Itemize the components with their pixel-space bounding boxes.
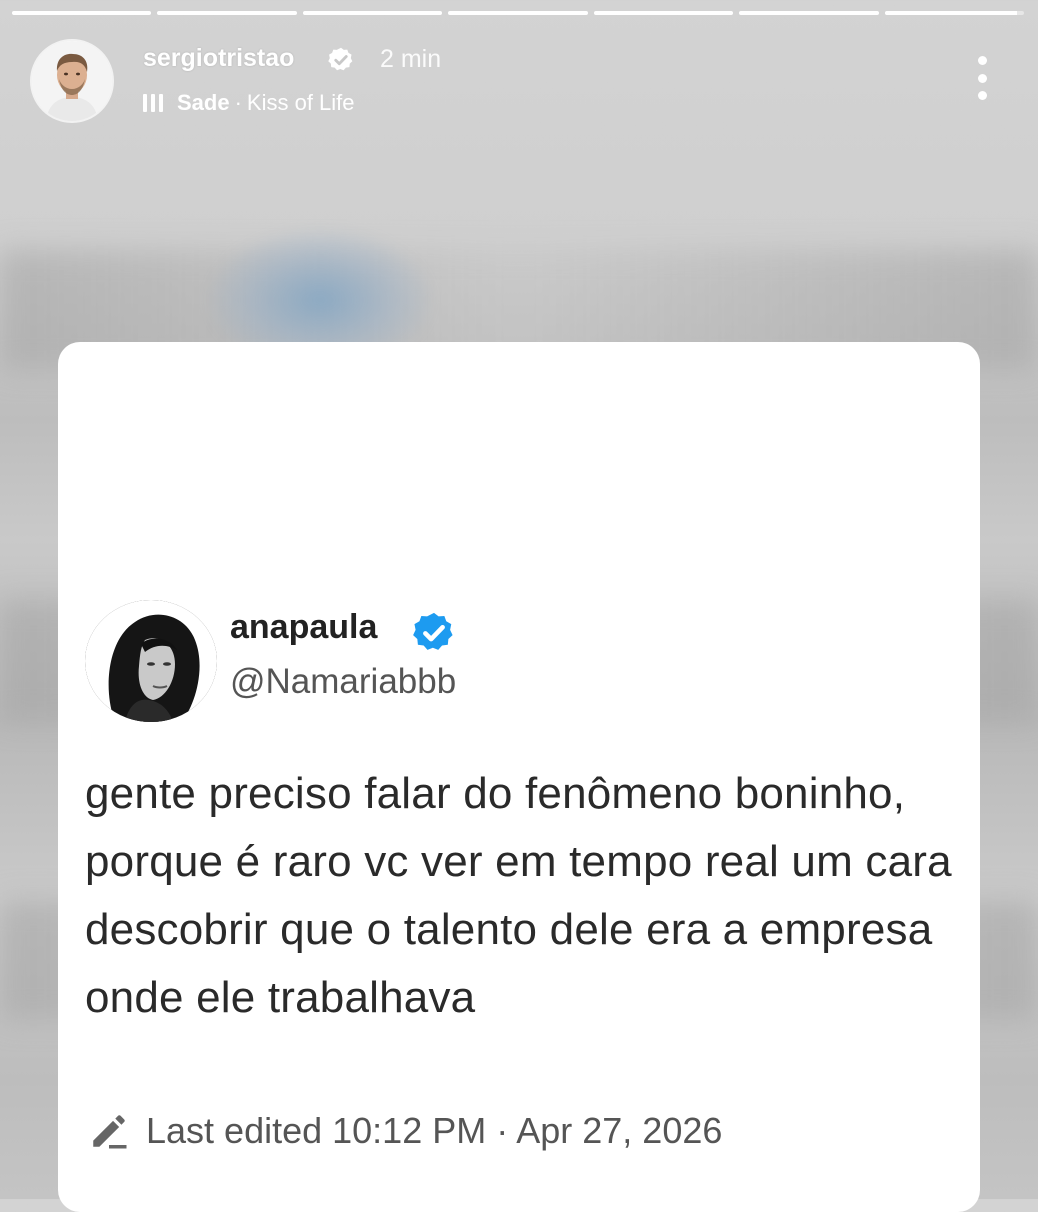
tweet-edited-info[interactable]: Last edited 10:12 PM · Apr 27, 2026	[88, 1110, 722, 1152]
tweet-author-handle[interactable]: @Namariabbb	[230, 662, 456, 702]
music-bars-icon	[143, 94, 163, 112]
progress-segment	[12, 11, 152, 15]
tweet-text: gente preciso falar do fenômeno boninho,…	[85, 769, 952, 1022]
story-header: sergiotristao 2 min Sade · Kiss of Life	[30, 36, 1020, 123]
progress-segment-fill	[884, 11, 1017, 15]
progress-segment	[739, 11, 879, 15]
progress-segment-fill	[593, 11, 734, 15]
story-time: 2 min	[380, 45, 442, 73]
progress-segment	[448, 11, 588, 15]
tweet-avatar[interactable]	[85, 600, 217, 722]
pencil-icon	[93, 1115, 127, 1149]
verified-badge-icon	[327, 46, 355, 74]
progress-segment-fill	[157, 11, 297, 15]
progress-segment-fill	[448, 11, 588, 15]
progress-segment	[157, 11, 297, 15]
music-separator: ·	[234, 90, 242, 115]
story-progress-bar	[12, 11, 1024, 16]
tweet-author-name[interactable]: anapaula	[230, 608, 377, 647]
avatar[interactable]	[30, 39, 114, 123]
progress-segment-fill	[302, 11, 443, 15]
tweet-edited-label: Last edited 10:12 PM · Apr 27, 2026	[146, 1110, 723, 1151]
progress-segment-fill	[12, 11, 152, 15]
verified-badge-icon	[411, 610, 457, 656]
more-options-icon[interactable]	[976, 56, 988, 100]
progress-segment-fill	[739, 11, 879, 15]
music-song: Kiss of Life	[246, 90, 355, 115]
progress-segment	[302, 11, 443, 15]
tweet-card: anapaula @Namariabbb gente preciso falar…	[58, 342, 980, 1212]
music-artist: Sade	[177, 90, 230, 115]
story-username[interactable]: sergiotristao	[143, 44, 294, 73]
progress-segment	[884, 11, 1024, 15]
music-info[interactable]: Sade · Kiss of Life	[143, 90, 355, 116]
progress-segment	[593, 11, 734, 15]
